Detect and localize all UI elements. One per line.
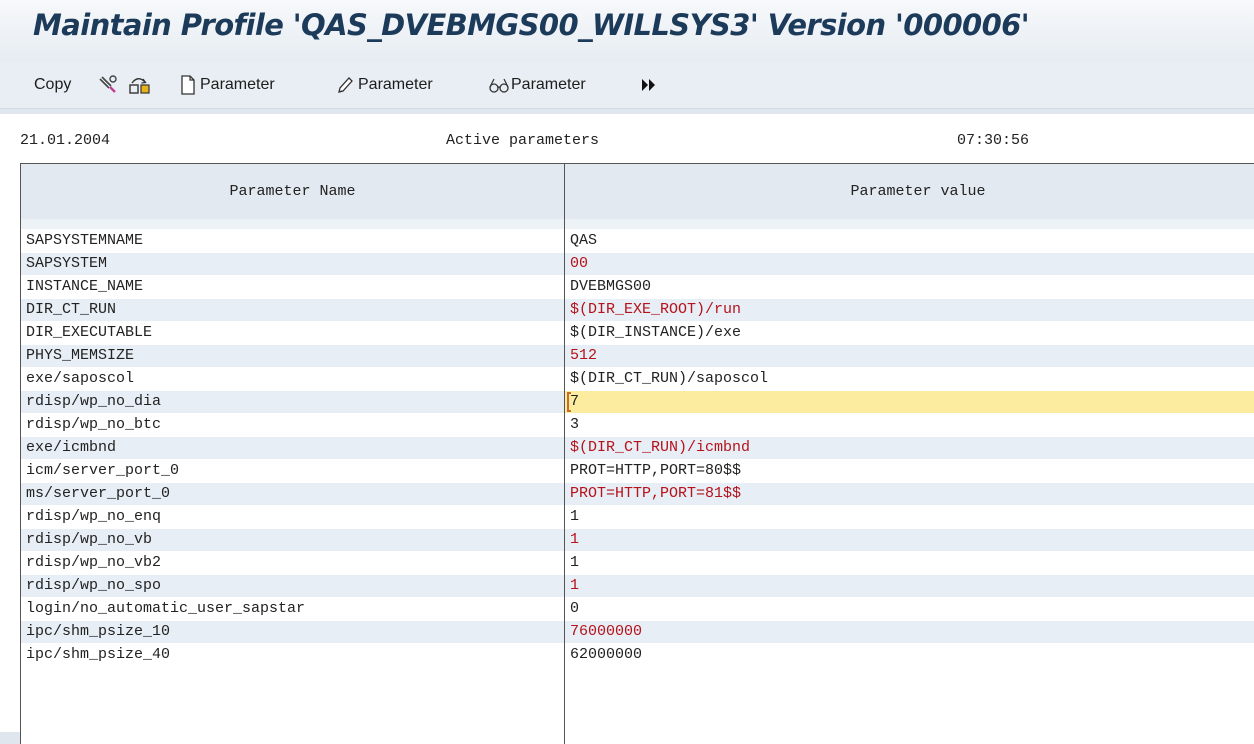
column-header-name: Parameter Name	[21, 164, 564, 219]
parameter-value[interactable]: 0	[565, 598, 1254, 620]
parameter-value[interactable]: 1	[565, 529, 1254, 551]
parameter-name[interactable]: PHYS_MEMSIZE	[21, 345, 564, 367]
parameter-value[interactable]: 1	[565, 506, 1254, 528]
parameter-name[interactable]: ms/server_port_0	[21, 483, 564, 505]
display-parameter-button[interactable]: Parameter	[488, 74, 586, 96]
list-status: Active parameters	[446, 132, 600, 149]
column-header-value: Parameter value	[565, 164, 1254, 219]
create-parameter-button[interactable]: Parameter	[180, 74, 275, 96]
create-icon	[180, 75, 196, 95]
pencil-icon	[336, 75, 354, 95]
parameter-value[interactable]: $(DIR_CT_RUN)/icmbnd	[565, 437, 1254, 459]
parameter-name[interactable]: SAPSYSTEM	[21, 253, 564, 275]
parameter-name[interactable]: rdisp/wp_no_btc	[21, 414, 564, 436]
parameter-name[interactable]: SAPSYSTEMNAME	[21, 230, 564, 252]
parameter-value[interactable]: 512	[565, 345, 1254, 367]
parameter-name[interactable]: rdisp/wp_no_vb2	[21, 552, 564, 574]
table-row[interactable]: icm/server_port_0 PROT=HTTP,PORT=80$$	[21, 460, 1254, 483]
table-row[interactable]: rdisp/wp_no_enq 1	[21, 506, 1254, 529]
table-row[interactable]: rdisp/wp_no_vb 1	[21, 529, 1254, 552]
parameter-value[interactable]: PROT=HTTP,PORT=81$$	[565, 483, 1254, 505]
table-row[interactable]: exe/saposcol $(DIR_CT_RUN)/saposcol	[21, 368, 1254, 391]
text-cursor	[567, 392, 571, 412]
table-row[interactable]: ipc/shm_psize_40 62000000	[21, 644, 1254, 667]
tools-icon	[97, 75, 119, 95]
table-row[interactable]: SAPSYSTEMNAME QAS	[21, 230, 1254, 253]
parameter-name[interactable]: rdisp/wp_no_spo	[21, 575, 564, 597]
parameter-value[interactable]: 76000000	[565, 621, 1254, 643]
parameter-value[interactable]: 00	[565, 253, 1254, 275]
glasses-icon	[488, 75, 510, 95]
table-row[interactable]: SAPSYSTEM 00	[21, 253, 1254, 276]
table-row[interactable]: exe/icmbnd $(DIR_CT_RUN)/icmbnd	[21, 437, 1254, 460]
table-row[interactable]: rdisp/wp_no_vb2 1	[21, 552, 1254, 575]
table-row[interactable]: PHYS_MEMSIZE 512	[21, 345, 1254, 368]
parameter-name[interactable]: exe/saposcol	[21, 368, 564, 390]
parameter-value-input[interactable]: 7	[565, 391, 1254, 413]
column-divider	[564, 164, 565, 744]
parameter-name[interactable]: icm/server_port_0	[21, 460, 564, 482]
parameter-table: Parameter Name Parameter value SAPSYSTEM…	[20, 163, 1254, 744]
transport-button[interactable]	[128, 74, 152, 96]
parameter-name[interactable]: INSTANCE_NAME	[21, 276, 564, 298]
parameter-name[interactable]: exe/icmbnd	[21, 437, 564, 459]
parameter-name[interactable]: DIR_EXECUTABLE	[21, 322, 564, 344]
more-button[interactable]	[640, 74, 658, 96]
list-date: 21.01.2004	[20, 132, 111, 149]
display-parameter-label: Parameter	[511, 76, 586, 93]
tools-button[interactable]	[97, 74, 119, 96]
more-icon	[640, 75, 658, 95]
copy-button-label: Copy	[34, 76, 72, 93]
table-row[interactable]: DIR_CT_RUN $(DIR_EXE_ROOT)/run	[21, 299, 1254, 322]
parameter-value[interactable]: $(DIR_CT_RUN)/saposcol	[565, 368, 1254, 390]
table-row[interactable]: DIR_EXECUTABLE $(DIR_INSTANCE)/exe	[21, 322, 1254, 345]
table-row[interactable]: rdisp/wp_no_dia 7	[21, 391, 1254, 414]
title-bar: Maintain Profile 'QAS_DVEBMGS00_WILLSYS3…	[0, 0, 1254, 62]
parameter-name[interactable]: rdisp/wp_no_dia	[21, 391, 564, 413]
create-parameter-label: Parameter	[200, 76, 275, 93]
parameter-value[interactable]: DVEBMGS00	[565, 276, 1254, 298]
change-parameter-label: Parameter	[358, 76, 433, 93]
parameter-name[interactable]: rdisp/wp_no_vb	[21, 529, 564, 551]
header-separator	[21, 219, 1254, 229]
table-row[interactable]: rdisp/wp_no_btc 3	[21, 414, 1254, 437]
change-parameter-button[interactable]: Parameter	[336, 74, 433, 96]
table-row[interactable]: ipc/shm_psize_10 76000000	[21, 621, 1254, 644]
parameter-value[interactable]: 62000000	[565, 644, 1254, 666]
parameter-value[interactable]: $(DIR_EXE_ROOT)/run	[565, 299, 1254, 321]
parameter-value[interactable]: QAS	[565, 230, 1254, 252]
application-toolbar: Copy Parameter Parameter Parameter	[0, 62, 1254, 109]
parameter-value[interactable]: 1	[565, 552, 1254, 574]
parameter-name[interactable]: rdisp/wp_no_enq	[21, 506, 564, 528]
page-title: Maintain Profile 'QAS_DVEBMGS00_WILLSYS3…	[33, 8, 1030, 42]
parameter-name[interactable]: ipc/shm_psize_10	[21, 621, 564, 643]
parameter-value[interactable]: 3	[565, 414, 1254, 436]
transport-icon	[128, 75, 152, 95]
parameter-name[interactable]: ipc/shm_psize_40	[21, 644, 564, 666]
table-row[interactable]: rdisp/wp_no_spo 1	[21, 575, 1254, 598]
table-row[interactable]: INSTANCE_NAME DVEBMGS00	[21, 276, 1254, 299]
table-row[interactable]: ms/server_port_0 PROT=HTTP,PORT=81$$	[21, 483, 1254, 506]
parameter-value[interactable]: $(DIR_INSTANCE)/exe	[565, 322, 1254, 344]
table-row[interactable]: login/no_automatic_user_sapstar 0	[21, 598, 1254, 621]
parameter-value[interactable]: PROT=HTTP,PORT=80$$	[565, 460, 1254, 482]
list-time: 07:30:56	[957, 132, 1030, 149]
parameter-name[interactable]: DIR_CT_RUN	[21, 299, 564, 321]
copy-button[interactable]: Copy	[34, 74, 71, 96]
parameter-value[interactable]: 1	[565, 575, 1254, 597]
parameter-name[interactable]: login/no_automatic_user_sapstar	[21, 598, 564, 620]
